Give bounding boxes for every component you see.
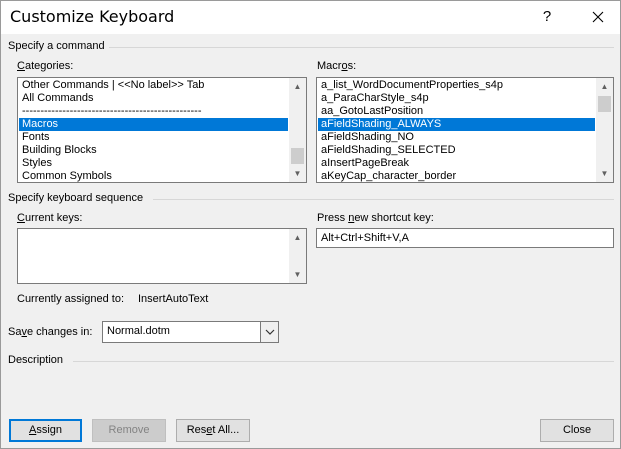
current-keys-listbox[interactable]: ▲ ▼ <box>17 228 307 284</box>
assign-button[interactable]: Assign <box>9 419 82 442</box>
list-item[interactable]: aFieldShading_SELECTED <box>318 144 595 157</box>
current-keys-scrollbar[interactable]: ▲ ▼ <box>289 229 306 283</box>
reset-all-button[interactable]: Reset All... <box>176 419 250 442</box>
new-shortcut-input[interactable]: Alt+Ctrl+Shift+V,A <box>316 228 614 248</box>
scroll-thumb[interactable] <box>598 96 611 112</box>
macros-list: a_list_WordDocumentProperties_s4p a_ParaC… <box>318 79 595 182</box>
help-button[interactable]: ? <box>533 3 561 31</box>
macros-listbox[interactable]: a_list_WordDocumentProperties_s4p a_ParaC… <box>316 77 614 183</box>
section-divider <box>109 47 614 48</box>
list-item[interactable]: ----------------------------------------… <box>19 105 288 118</box>
keyboard-sequence-heading: Specify keyboard sequence <box>8 192 144 204</box>
list-item[interactable]: aInsertPageBreak <box>318 157 595 170</box>
current-keys-label: Current keys: <box>17 212 83 224</box>
title-bar: Customize Keyboard ? <box>1 1 620 34</box>
list-item[interactable]: a_ParaCharStyle_s4p <box>318 92 595 105</box>
scroll-up-arrow-icon[interactable]: ▲ <box>289 78 306 95</box>
close-window-button[interactable] <box>584 3 612 31</box>
list-item[interactable]: All Commands <box>19 92 288 105</box>
list-item[interactable]: Building Blocks <box>19 144 288 157</box>
new-shortcut-label: Press new shortcut key: <box>317 212 434 224</box>
list-item[interactable]: Macros <box>19 118 288 131</box>
scroll-down-arrow-icon[interactable]: ▼ <box>289 165 306 182</box>
list-item[interactable]: Other Commands | <<No label>> Tab <box>19 79 288 92</box>
list-item[interactable]: Styles <box>19 157 288 170</box>
save-changes-value: Normal.dotm <box>107 325 170 337</box>
customize-keyboard-dialog: Customize Keyboard ? Specify a command C… <box>0 0 621 449</box>
remove-button[interactable]: Remove <box>92 419 166 442</box>
list-item[interactable]: aKeyCap_character_border <box>318 170 595 182</box>
specify-command-heading: Specify a command <box>8 40 105 52</box>
categories-label: Categories: <box>17 60 74 72</box>
categories-scrollbar[interactable]: ▲ ▼ <box>289 78 306 182</box>
list-item[interactable]: Common Symbols <box>19 170 288 182</box>
scroll-up-arrow-icon[interactable]: ▲ <box>289 229 306 246</box>
window-title: Customize Keyboard <box>10 7 175 26</box>
section-divider <box>153 199 614 200</box>
chevron-down-icon[interactable] <box>260 322 278 342</box>
list-item[interactable]: Fonts <box>19 131 288 144</box>
categories-listbox[interactable]: Other Commands | <<No label>> Tab All Com… <box>17 77 307 183</box>
scroll-thumb[interactable] <box>291 148 304 164</box>
close-icon <box>592 11 604 23</box>
list-item[interactable]: aa_GotoLastPosition <box>318 105 595 118</box>
scroll-up-arrow-icon[interactable]: ▲ <box>596 78 613 95</box>
scroll-down-arrow-icon[interactable]: ▼ <box>289 266 306 283</box>
save-changes-label: Save changes in: <box>8 326 93 338</box>
macros-label: Macros: <box>317 60 357 72</box>
list-item[interactable]: aFieldShading_NO <box>318 131 595 144</box>
currently-assigned-value: InsertAutoText <box>138 293 209 305</box>
categories-list: Other Commands | <<No label>> Tab All Com… <box>19 79 288 182</box>
save-changes-select[interactable]: Normal.dotm <box>102 321 279 343</box>
close-button[interactable]: Close <box>540 419 614 442</box>
list-item[interactable]: a_list_WordDocumentProperties_s4p <box>318 79 595 92</box>
currently-assigned-label: Currently assigned to: <box>17 293 124 305</box>
description-heading: Description <box>8 354 64 366</box>
list-item[interactable]: aFieldShading_ALWAYS <box>318 118 595 131</box>
scroll-down-arrow-icon[interactable]: ▼ <box>596 165 613 182</box>
macros-scrollbar[interactable]: ▲ ▼ <box>596 78 613 182</box>
section-divider <box>73 361 614 362</box>
